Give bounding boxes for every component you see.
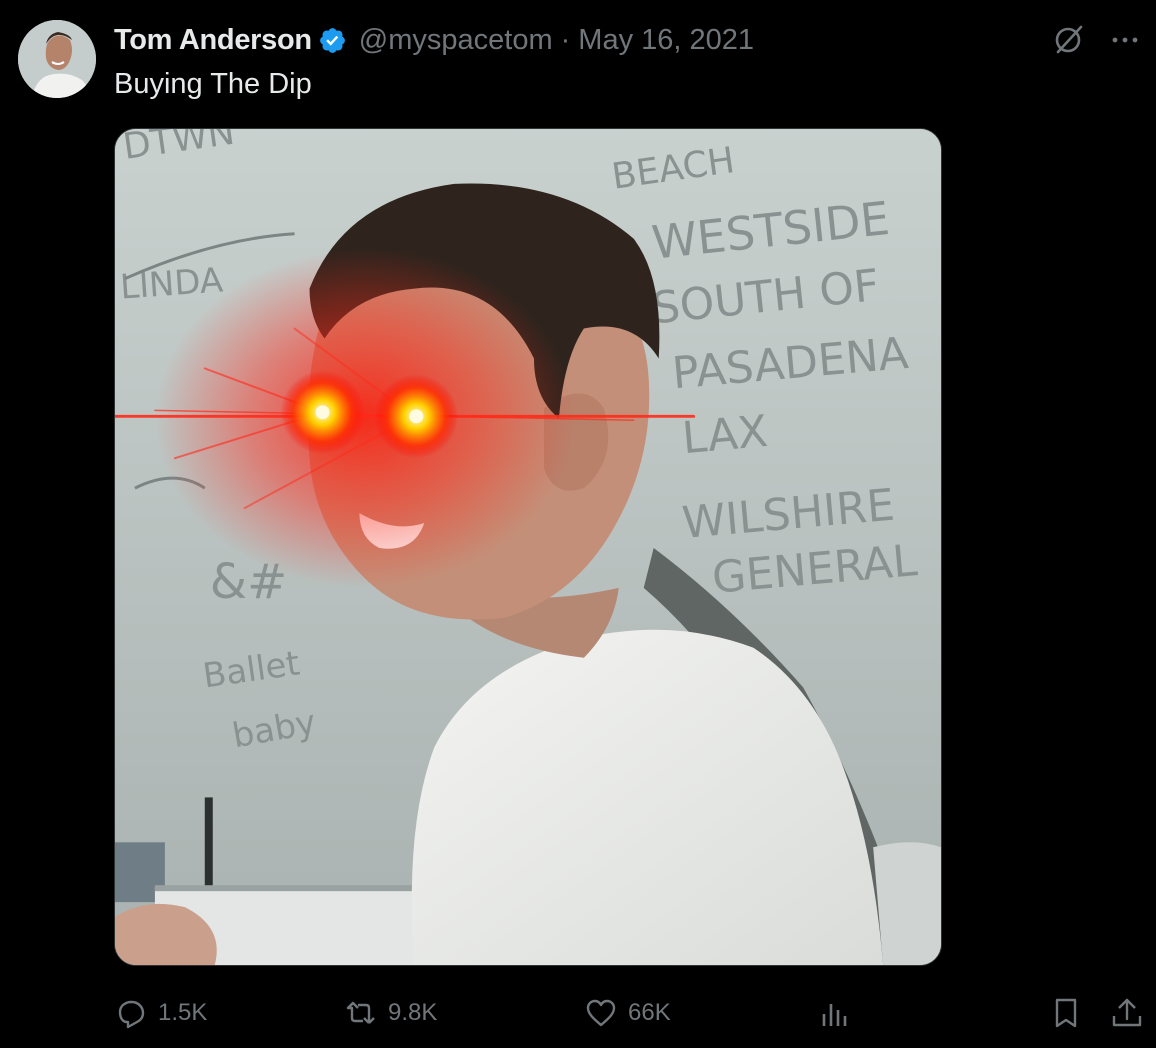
grok-icon[interactable] — [1052, 22, 1086, 56]
share-button[interactable] — [1110, 990, 1144, 1036]
heart-icon — [586, 999, 616, 1027]
top-actions — [1052, 22, 1142, 56]
post-date[interactable]: May 16, 2021 — [578, 24, 754, 57]
tweet-header: Tom Anderson @myspacetom · May 16, 2021 — [114, 20, 754, 60]
scribble-lax: LAX — [680, 406, 770, 464]
display-name[interactable]: Tom Anderson — [114, 24, 312, 57]
avatar[interactable] — [18, 20, 96, 98]
reply-icon — [118, 1000, 145, 1029]
bookmark-icon — [1055, 998, 1077, 1028]
reply-count: 1.5K — [158, 999, 208, 1026]
share-icon — [1112, 998, 1142, 1027]
tweet-card[interactable]: Tom Anderson @myspacetom · May 16, 2021 — [0, 0, 1156, 1048]
more-icon[interactable] — [1108, 22, 1142, 56]
verified-badge-icon[interactable] — [318, 26, 347, 55]
scribble-linda: LINDA — [119, 260, 224, 306]
bookmark-button[interactable] — [1049, 990, 1083, 1036]
like-button[interactable]: 66K — [584, 990, 671, 1036]
repost-button[interactable]: 9.8K — [344, 990, 437, 1036]
reply-button[interactable]: 1.5K — [114, 990, 207, 1036]
like-count: 66K — [628, 999, 671, 1026]
repost-icon — [346, 1001, 375, 1024]
avatar-photo — [18, 20, 96, 98]
tweet-media-photo[interactable]: DTWN BEACH WESTSIDE SOUTH OF PASADENA LA… — [114, 128, 942, 966]
photo-meme-laser-eyes: DTWN BEACH WESTSIDE SOUTH OF PASADENA LA… — [115, 129, 941, 965]
views-button[interactable] — [818, 990, 852, 1036]
views-icon — [822, 1004, 847, 1026]
action-bar: 1.5K 9.8K 66K — [114, 990, 1144, 1036]
author-handle[interactable]: @myspacetom — [359, 24, 553, 57]
repost-count: 9.8K — [388, 999, 438, 1026]
separator-dot: · — [560, 23, 571, 56]
tweet-text: Buying The Dip — [114, 68, 312, 100]
